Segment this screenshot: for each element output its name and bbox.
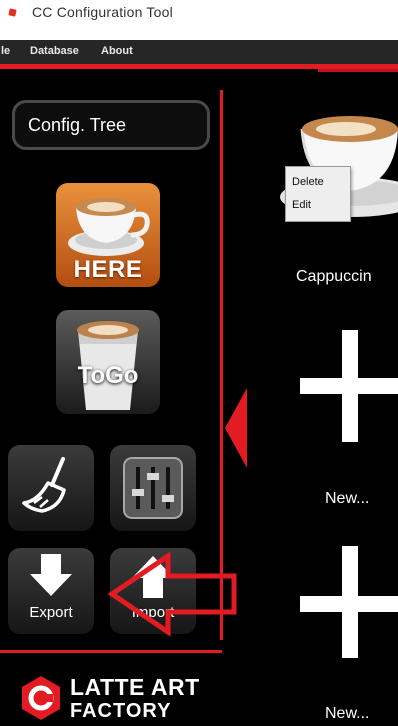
context-menu-edit[interactable]: Edit [292,199,311,211]
menubar: le Database About [0,40,398,64]
logo-text-line1: LATTE ART [70,674,200,700]
window-titlebar: CC Configuration Tool [0,0,398,40]
new-item-label-1: New... [325,490,370,507]
here-label: HERE [73,256,143,283]
here-button[interactable]: HERE [56,183,160,287]
logo-text-line2: FACTORY [70,700,172,722]
menu-database[interactable]: Database [30,45,79,57]
new-item-label-2: New... [325,705,370,722]
togo-label: ToGo [77,362,139,389]
brand-logo: LATTE ART FACTORY [20,670,220,726]
plus-icon[interactable] [300,546,398,658]
export-label: Export [29,604,73,621]
plus-icon[interactable] [300,330,398,442]
broom-icon [22,457,66,513]
import-label: Import [131,604,175,621]
import-button[interactable]: Import [110,548,196,634]
context-menu-delete[interactable]: Delete [292,176,324,188]
logo-divider [0,650,222,653]
upload-arrow-icon [132,556,174,598]
clean-button[interactable] [8,445,94,531]
download-arrow-icon [30,554,72,596]
sliders-icon [123,457,183,519]
export-button[interactable]: Export [8,548,94,634]
settings-button[interactable] [110,445,196,531]
window-title: CC Configuration Tool [32,4,173,20]
app-icon [8,8,17,17]
config-tree-button[interactable]: Config. Tree [12,100,210,150]
togo-button[interactable]: ToGo [56,310,160,414]
menu-file[interactable]: le [1,45,10,57]
menu-about[interactable]: About [101,45,133,57]
product-label-cappuccino: Cappuccin [296,268,372,285]
logo-mark-icon [22,676,60,720]
sidebar-divider [220,90,223,640]
context-menu: Delete Edit [285,166,351,222]
